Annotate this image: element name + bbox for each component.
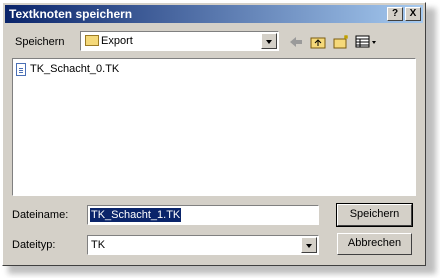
save-button[interactable]: Speichern <box>336 203 413 227</box>
filetype-dropdown[interactable]: TK <box>87 235 319 255</box>
chevron-down-icon[interactable] <box>261 33 277 49</box>
help-button[interactable]: ? <box>387 7 403 21</box>
file-name: TK_Schacht_0.TK <box>30 63 120 75</box>
filename-input[interactable]: TK_Schacht_1.TK <box>87 205 319 225</box>
filename-value: TK_Schacht_1.TK <box>90 208 182 222</box>
view-menu-icon[interactable] <box>355 34 379 50</box>
save-in-label: Speichern <box>15 36 65 48</box>
save-in-value: Export <box>101 35 133 47</box>
up-folder-icon[interactable] <box>309 34 327 50</box>
save-in-dropdown[interactable]: Export <box>80 31 279 51</box>
chevron-down-icon[interactable] <box>301 237 317 253</box>
filename-label: Dateiname: <box>12 209 69 221</box>
document-icon <box>16 63 26 76</box>
back-arrow-icon[interactable] <box>287 34 305 50</box>
cancel-button[interactable]: Abbrechen <box>337 233 412 255</box>
window-title: Textknoten speichern <box>9 7 133 21</box>
close-button[interactable]: X <box>405 7 421 21</box>
filetype-label: Dateityp: <box>12 239 56 251</box>
title-bar[interactable]: Textknoten speichern ? X <box>5 5 423 23</box>
file-list[interactable]: TK_Schacht_0.TK <box>12 58 416 196</box>
save-dialog: Textknoten speichern ? X Speichern Expor… <box>2 2 426 266</box>
filetype-value: TK <box>91 239 106 251</box>
folder-icon <box>85 35 99 46</box>
new-folder-icon[interactable] <box>332 34 350 50</box>
